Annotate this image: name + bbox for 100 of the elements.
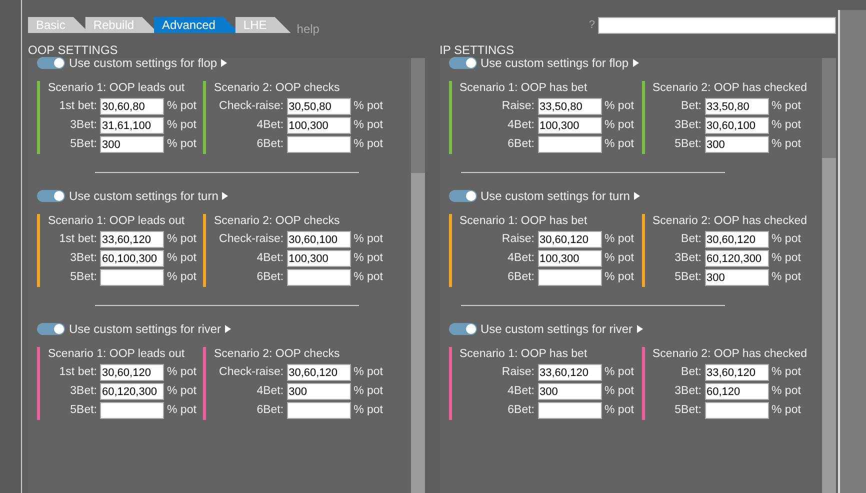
unit-label: % pot <box>352 402 383 418</box>
scenario-title: Scenario 1: OOP leads out <box>48 214 186 229</box>
input-field[interactable]: 300 <box>286 383 351 400</box>
scenario-title: Scenario 1: OOP has bet <box>460 81 588 96</box>
input-field[interactable]: 300 <box>704 269 768 286</box>
expand-arrow-icon[interactable] <box>634 192 640 200</box>
scrollbar[interactable] <box>410 58 424 493</box>
input-field[interactable]: 60,120,300 <box>100 383 164 400</box>
unit-label: % pot <box>166 118 196 133</box>
field-label: 1st bet: <box>58 364 98 380</box>
field-label: Raise: <box>500 98 536 114</box>
unit-label: % pot <box>352 364 383 380</box>
field-label: Bet: <box>680 364 702 380</box>
input-field[interactable] <box>286 269 351 286</box>
input-field[interactable]: 33,60,120 <box>100 231 164 248</box>
field-label: 1st bet: <box>58 232 98 247</box>
field-label: 3Bet: <box>674 118 702 133</box>
scenario-title: Scenario 2: OOP checks <box>214 81 341 96</box>
toggle-switch[interactable] <box>37 190 65 202</box>
input-field[interactable]: 30,60,100 <box>704 117 768 134</box>
unit-label: % pot <box>604 270 634 285</box>
input-field[interactable]: 100,300 <box>286 250 351 267</box>
unit-label: % pot <box>166 250 196 266</box>
scenario-title: Scenario 1: OOP has bet <box>460 214 588 229</box>
scrollbar[interactable] <box>822 58 836 493</box>
input-field[interactable]: 30,60,120 <box>100 364 164 381</box>
toggle-switch[interactable] <box>448 57 476 69</box>
unit-label: % pot <box>604 98 634 114</box>
input-field[interactable] <box>538 402 602 419</box>
scenario-title: Scenario 2: OOP checks <box>214 347 341 362</box>
input-field[interactable] <box>538 269 602 286</box>
scenario-title: Scenario 2: OOP checks <box>214 214 341 229</box>
toggle-label: Use custom settings for river <box>480 321 633 338</box>
scrollbar-thumb[interactable] <box>410 173 424 493</box>
unit-label: % pot <box>166 364 196 380</box>
input-field[interactable]: 30,50,80 <box>286 98 351 115</box>
unit-label: % pot <box>352 384 383 399</box>
toggle-switch[interactable] <box>37 57 65 69</box>
input-field[interactable]: 60,120 <box>704 383 768 400</box>
unit-label: % pot <box>604 364 634 380</box>
field-label: Check-raise: <box>218 232 285 247</box>
input-field[interactable] <box>100 402 164 419</box>
expand-arrow-icon[interactable] <box>632 59 639 67</box>
input-field[interactable] <box>286 402 351 419</box>
input-field[interactable]: 60,100,300 <box>100 250 164 267</box>
field-label: 6Bet: <box>256 402 285 418</box>
unit-label: % pot <box>604 402 634 418</box>
toggle-label: Use custom settings for turn <box>480 188 630 205</box>
field-label: 3Bet: <box>69 384 98 399</box>
field-label: 6Bet: <box>506 402 536 418</box>
search-field[interactable] <box>598 16 836 34</box>
input-field[interactable] <box>704 402 768 419</box>
field-label: 5Bet: <box>674 270 702 285</box>
scenario-title: Scenario 1: OOP leads out <box>48 347 186 362</box>
unit-label: % pot <box>770 232 801 247</box>
scrollbar-thumb[interactable] <box>822 158 836 493</box>
field-label: Check-raise: <box>218 364 285 380</box>
input-field[interactable]: 300 <box>100 136 164 153</box>
unit-label: % pot <box>166 98 196 114</box>
field-label: 4Bet: <box>506 118 536 133</box>
input-field[interactable]: 30,60,80 <box>100 98 164 115</box>
unit-label: % pot <box>604 232 634 247</box>
expand-arrow-icon[interactable] <box>221 59 228 67</box>
input-field[interactable]: 33,50,80 <box>538 98 602 115</box>
input-field[interactable]: 100,300 <box>538 117 602 134</box>
expand-arrow-icon[interactable] <box>636 325 643 333</box>
input-field[interactable] <box>100 269 164 286</box>
field-label: 6Bet: <box>506 136 536 152</box>
panel-heading: IP SETTINGS <box>440 43 515 57</box>
input-field[interactable]: 30,60,120 <box>286 364 351 381</box>
field-label: 3Bet: <box>674 384 702 399</box>
input-field[interactable]: 30,60,100 <box>286 231 351 248</box>
input-field[interactable]: 100,300 <box>538 250 602 267</box>
unit-label: % pot <box>166 402 196 418</box>
input-field[interactable]: 33,60,120 <box>704 364 768 381</box>
expand-arrow-icon[interactable] <box>222 192 228 200</box>
expand-arrow-icon[interactable] <box>225 325 232 333</box>
field-label: 4Bet: <box>506 384 536 399</box>
field-label: 1st bet: <box>58 98 98 114</box>
toggle-switch[interactable] <box>37 323 65 335</box>
input-field[interactable] <box>286 136 351 153</box>
input-field[interactable]: 31,61,100 <box>100 117 164 134</box>
input-field[interactable]: 30,60,120 <box>538 231 602 248</box>
toggle-switch[interactable] <box>448 190 476 202</box>
input-field[interactable]: 30,60,120 <box>704 231 768 248</box>
field-label: 4Bet: <box>256 384 285 399</box>
unit-label: % pot <box>352 118 383 133</box>
input-field[interactable]: 300 <box>538 383 602 400</box>
input-field[interactable] <box>538 136 602 153</box>
toggle-switch[interactable] <box>448 323 476 335</box>
unit-label: % pot <box>166 136 196 152</box>
unit-label: % pot <box>604 136 634 152</box>
input-field[interactable]: 300 <box>704 136 768 153</box>
help-mark: ? <box>588 18 595 33</box>
field-label: 4Bet: <box>256 250 285 266</box>
input-field[interactable]: 33,50,80 <box>704 98 768 115</box>
scenario-title: Scenario 1: OOP leads out <box>48 81 186 96</box>
input-field[interactable]: 33,60,120 <box>538 364 602 381</box>
input-field[interactable]: 100,300 <box>286 117 351 134</box>
input-field[interactable]: 60,120,300 <box>704 250 768 267</box>
